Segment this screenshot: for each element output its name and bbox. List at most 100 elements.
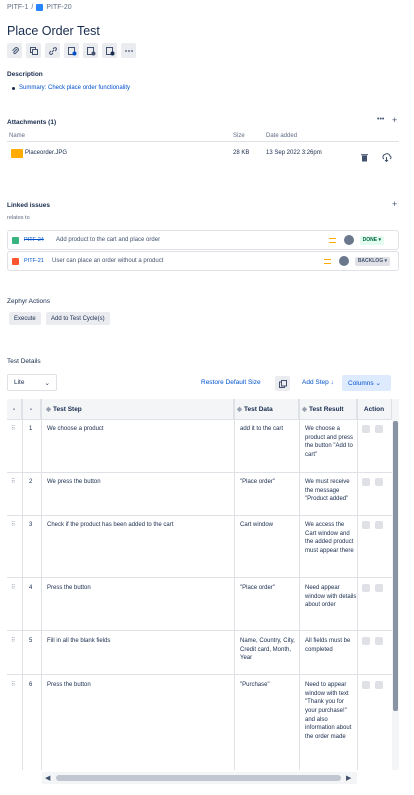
comment-icon[interactable] (362, 584, 370, 592)
issue-type-icon (36, 4, 44, 11)
step-number: 5 (29, 638, 33, 644)
test-run-icon[interactable] (102, 43, 117, 58)
test-data-cell[interactable]: "Place order" (240, 584, 297, 593)
col-size[interactable]: Size (233, 133, 245, 139)
linked-issue-summary[interactable]: User can place an order without a produc… (52, 258, 163, 264)
vertical-scrollbar[interactable] (392, 399, 399, 770)
test-result-cell[interactable]: We access the Cart window and the added … (305, 521, 357, 556)
test-step-cell[interactable]: Fill in all the blank fields (47, 637, 230, 646)
grid-divider (41, 399, 42, 770)
linked-issues-label: Linked issues (7, 202, 50, 209)
summary-text: Summary: Check place order functionality (19, 85, 131, 91)
linked-issue-summary[interactable]: Add product to the cart and place order (56, 237, 160, 243)
scroll-right-icon[interactable]: ▶ (346, 774, 351, 782)
status-badge[interactable]: DONE ▾ (359, 235, 384, 245)
attach-icon[interactable] (7, 43, 22, 58)
grid-divider (299, 399, 300, 770)
delete-icon[interactable] (375, 521, 383, 529)
test-step-cell[interactable]: We press the button (47, 478, 230, 487)
attachment-row[interactable]: Placeorder.JPG 28 KB 13 Sep 2022 3:26pm (7, 144, 399, 164)
col-test-step-header[interactable]: ◆ Test Step (41, 399, 234, 419)
scroll-left-icon[interactable]: ◀ (45, 774, 50, 782)
status-badge[interactable]: BACKLOG ▾ (354, 256, 390, 266)
comment-icon[interactable] (362, 637, 370, 645)
linked-issue-key[interactable]: PITF-24 (24, 237, 47, 243)
horizontal-scroll-thumb[interactable] (56, 775, 341, 781)
col-test-result-label: Test Result (309, 405, 344, 413)
view-select[interactable]: Lite ⌄ (7, 374, 57, 391)
linked-issue-key[interactable]: PITF-21 (24, 258, 47, 264)
bug-icon (12, 257, 19, 265)
comment-icon[interactable] (362, 521, 370, 529)
attachment-name[interactable]: Placeorder.JPG (25, 150, 67, 156)
test-result-cell[interactable]: We choose a product and press the button… (305, 425, 357, 460)
add-to-test-cycle-button[interactable]: Add to Test Cycle(s) (46, 312, 110, 325)
test-result-cell[interactable]: All fields must be completed (305, 637, 357, 654)
attachments-label: Attachments (1) (7, 119, 57, 126)
step-number: 4 (29, 585, 33, 591)
vertical-scroll-thumb[interactable] (393, 421, 398, 711)
execute-button[interactable]: Execute (9, 312, 41, 325)
test-data-cell[interactable]: add it to the cart (240, 425, 297, 434)
image-file-icon (11, 149, 23, 158)
status-text: BACKLOG (357, 258, 384, 264)
restore-default-size-link[interactable]: Restore Default Size (201, 379, 261, 386)
columns-button[interactable]: Columns ⌄ (342, 375, 391, 391)
columns-label: Columns (348, 380, 374, 387)
attachments-divider (7, 141, 399, 142)
drag-handle-icon[interactable]: ⠿ (11, 681, 15, 688)
relation-label: relates to (7, 215, 30, 221)
download-icon[interactable] (381, 149, 392, 167)
test-result-cell[interactable]: Need appear window with details about or… (305, 584, 357, 610)
delete-icon[interactable] (375, 478, 383, 486)
add-step-button[interactable]: Add Step ↓ (302, 379, 334, 386)
description-summary: Summary: Check place order functionality (12, 85, 130, 91)
breadcrumb-issue[interactable]: PITF-20 (46, 4, 71, 11)
row-divider (7, 674, 392, 675)
clone-icon[interactable] (26, 43, 41, 58)
delete-icon[interactable] (375, 637, 383, 645)
link-icon[interactable] (45, 43, 60, 58)
breadcrumb-project[interactable]: PITF-1 (7, 4, 28, 11)
linked-issue-row[interactable]: PITF-21 User can place an order without … (7, 251, 399, 271)
test-step-cell[interactable]: Press the button (47, 681, 230, 690)
test-data-cell[interactable]: Cart window (240, 521, 297, 530)
attachments-more-button[interactable]: ••• (377, 116, 384, 123)
test-data-cell[interactable]: "Place order" (240, 478, 297, 487)
row-divider (7, 472, 392, 473)
comment-icon[interactable] (362, 425, 370, 433)
attachments-add-button[interactable]: + (392, 115, 397, 125)
col-name[interactable]: Name (9, 133, 25, 139)
test-step-cell[interactable]: We choose a product (47, 425, 230, 434)
delete-icon[interactable] (375, 425, 383, 433)
test-step-cell[interactable]: Press the button (47, 584, 230, 593)
drag-handle-icon[interactable]: ⠿ (11, 637, 15, 644)
col-test-result-header[interactable]: ◆ Test Result (299, 399, 357, 419)
drag-handle-icon[interactable]: ⠿ (11, 425, 15, 432)
linked-issue-row[interactable]: PITF-24 Add product to the cart and plac… (7, 230, 399, 250)
col-date-added[interactable]: Date added (266, 133, 297, 139)
fullscreen-button[interactable] (275, 376, 290, 391)
avatar[interactable] (343, 235, 354, 245)
trash-icon[interactable] (360, 149, 369, 167)
test-data-cell[interactable]: Name, Country, City, Credit card, Month,… (240, 637, 297, 663)
test-cycle-icon[interactable] (83, 43, 98, 58)
horizontal-scrollbar[interactable]: ◀ ▶ (42, 772, 357, 784)
drag-handle-icon[interactable]: ⠿ (11, 521, 15, 528)
col-test-data-header[interactable]: ◆ Test Data (234, 399, 299, 419)
link-issue-add-button[interactable]: + (392, 199, 397, 209)
bullet-dot (12, 86, 15, 90)
test-step-cell[interactable]: Check if the product has been added to t… (47, 521, 230, 530)
delete-icon[interactable] (375, 584, 383, 592)
comment-icon[interactable] (362, 681, 370, 689)
test-plan-icon[interactable] (64, 43, 79, 58)
delete-icon[interactable] (375, 681, 383, 689)
drag-handle-icon[interactable]: ⠿ (11, 584, 15, 591)
more-icon[interactable] (121, 43, 136, 58)
drag-handle-icon[interactable]: ⠿ (11, 478, 15, 485)
test-result-cell[interactable]: Need to appear window with text "Thank y… (305, 681, 357, 742)
comment-icon[interactable] (362, 478, 370, 486)
test-result-cell[interactable]: We must receive the message "Product add… (305, 478, 357, 504)
avatar[interactable] (338, 256, 349, 266)
test-data-cell[interactable]: "Purchase" (240, 681, 297, 690)
